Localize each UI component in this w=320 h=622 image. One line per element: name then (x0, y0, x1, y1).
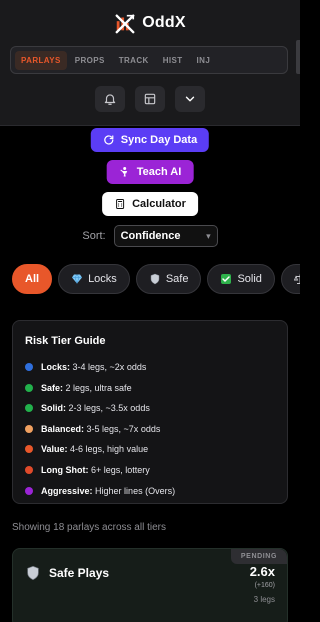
tier-color-dot (25, 363, 33, 371)
sort-row: Sort: Confidence ▾ (0, 225, 300, 247)
filter-chip-label: Safe (165, 273, 189, 285)
tier-name: Safe: (41, 382, 64, 393)
teach-icon (120, 167, 128, 177)
tier-description: Value: 4-6 legs, high value (41, 444, 148, 454)
calculator-button[interactable]: Calculator (102, 192, 198, 216)
brand-row: OddX (0, 10, 300, 36)
tab-parlays[interactable]: PARLAYS (15, 50, 67, 70)
tier-description: Solid: 2-3 legs, ~3.5x odds (41, 403, 150, 413)
tier-name: Locks: (41, 362, 71, 372)
tier-description: Safe: 2 legs, ultra safe (41, 383, 132, 393)
status-badge: PENDING (230, 549, 287, 564)
tier-item: Aggressive: Higher lines (Overs) (25, 483, 275, 499)
tier-color-dot (25, 465, 33, 474)
app-header: OddX PARLAYS PROPS TRACK HIST INJ (0, 0, 300, 126)
header-icon-row (0, 86, 300, 112)
tier-item: Locks: 3-4 legs, ~2x odds (25, 359, 275, 375)
expand-button[interactable] (175, 86, 205, 112)
tier-name: Long Shot: (41, 464, 89, 475)
tier-description: Locks: 3-4 legs, ~2x odds (41, 362, 146, 372)
filter-chip-label: Locks (88, 273, 117, 285)
sort-selected-value: Confidence (120, 230, 181, 242)
tab-inj[interactable]: INJ (191, 51, 217, 70)
chevron-down-icon (185, 96, 195, 102)
risk-tier-guide: Risk Tier Guide Locks: 3-4 legs, ~2x odd… (12, 320, 288, 504)
tier-color-dot (25, 404, 33, 413)
tier-detail: 4-6 legs, high value (70, 444, 149, 455)
main-tabs: PARLAYS PROPS TRACK HIST INJ (10, 46, 288, 74)
layout-icon (144, 93, 156, 105)
sort-label: Sort: (82, 230, 106, 242)
tier-detail: 3-4 legs, ~2x odds (72, 362, 147, 372)
notifications-button[interactable] (95, 86, 125, 112)
tier-description: Balanced: 3-5 legs, ~7x odds (41, 424, 160, 434)
risk-guide-title: Risk Tier Guide (25, 335, 106, 347)
tier-list: Locks: 3-4 legs, ~2x odds Safe: 2 legs, u… (25, 359, 275, 499)
tier-detail: Higher lines (Overs) (95, 485, 176, 496)
tier-detail: 6+ legs, lottery (91, 464, 150, 475)
oddx-logo-icon (115, 14, 135, 34)
tier-name: Balanced: (41, 423, 85, 434)
filter-chip-safe[interactable]: Safe (135, 264, 202, 294)
tier-description: Long Shot: 6+ legs, lottery (41, 465, 150, 475)
tier-color-dot (25, 445, 33, 454)
sort-select[interactable]: Confidence ▾ (113, 225, 218, 247)
sync-day-data-button[interactable]: Sync Day Data (90, 128, 210, 152)
scroll-edge-handle[interactable] (296, 40, 300, 74)
parlay-count-summary: Showing 18 parlays across all tiers (12, 522, 166, 533)
shield-icon (27, 565, 39, 581)
tier-detail: 3-5 legs, ~7x odds (86, 423, 161, 434)
tier-detail: 2 legs, ultra safe (65, 382, 132, 393)
tier-description: Aggressive: Higher lines (Overs) (41, 486, 175, 496)
tier-detail: 2-3 legs, ~3.5x odds (68, 403, 150, 414)
tier-name: Aggressive: (41, 485, 93, 496)
filter-chip-label: All (25, 273, 40, 285)
sync-label: Sync Day Data (120, 134, 198, 146)
decimal-odds: 2.6x (249, 564, 275, 579)
chevron-down-icon: ▾ (206, 230, 211, 241)
tier-name: Value: (41, 444, 68, 455)
tier-color-dot (25, 486, 33, 495)
teach-label: Teach AI (136, 166, 182, 178)
tier-item: Balanced: 3-5 legs, ~7x odds (25, 421, 275, 437)
teach-ai-button[interactable]: Teach AI (106, 160, 194, 184)
tab-track[interactable]: TRACK (113, 51, 155, 70)
tier-item: Long Shot: 6+ legs, lottery (25, 462, 275, 478)
tier-item: Safe: 2 legs, ultra safe (25, 380, 275, 396)
calculator-label: Calculator (132, 198, 186, 210)
parlay-card[interactable]: PENDING Safe Plays 2.6x (+160) 3 legs (12, 548, 288, 622)
tier-name: Solid: (41, 403, 66, 414)
tier-item: Solid: 2-3 legs, ~3.5x odds (25, 400, 275, 416)
tab-hist[interactable]: HIST (157, 51, 189, 70)
layout-button[interactable] (135, 86, 165, 112)
parlay-odds: 2.6x (+160) 3 legs (250, 564, 275, 604)
gem-icon (71, 273, 83, 285)
scales-icon (293, 273, 300, 285)
filter-chip-locks[interactable]: Locks (58, 264, 130, 294)
tier-color-dot (25, 424, 33, 433)
brand-name: OddX (142, 14, 186, 31)
refresh-icon (104, 135, 114, 145)
filter-chip-solid[interactable]: Solid (207, 264, 275, 294)
tier-color-dot (25, 383, 33, 392)
filter-chip-balanced[interactable] (280, 264, 300, 294)
filter-chip-label: Solid (237, 273, 262, 285)
leg-count: 3 legs (253, 595, 275, 604)
check-box-icon (220, 273, 232, 285)
shield-icon (149, 273, 161, 285)
filter-chip-all[interactable]: All (12, 264, 53, 294)
tier-item: Value: 4-6 legs, high value (25, 441, 275, 457)
bell-icon (104, 94, 116, 105)
calculator-icon (116, 199, 125, 209)
american-odds: (+160) (254, 582, 275, 589)
parlay-card-title: Safe Plays (25, 565, 109, 581)
tab-props[interactable]: PROPS (69, 51, 111, 70)
parlay-title-text: Safe Plays (49, 566, 110, 580)
tier-filter-chips: All Locks Safe Solid (12, 264, 300, 294)
